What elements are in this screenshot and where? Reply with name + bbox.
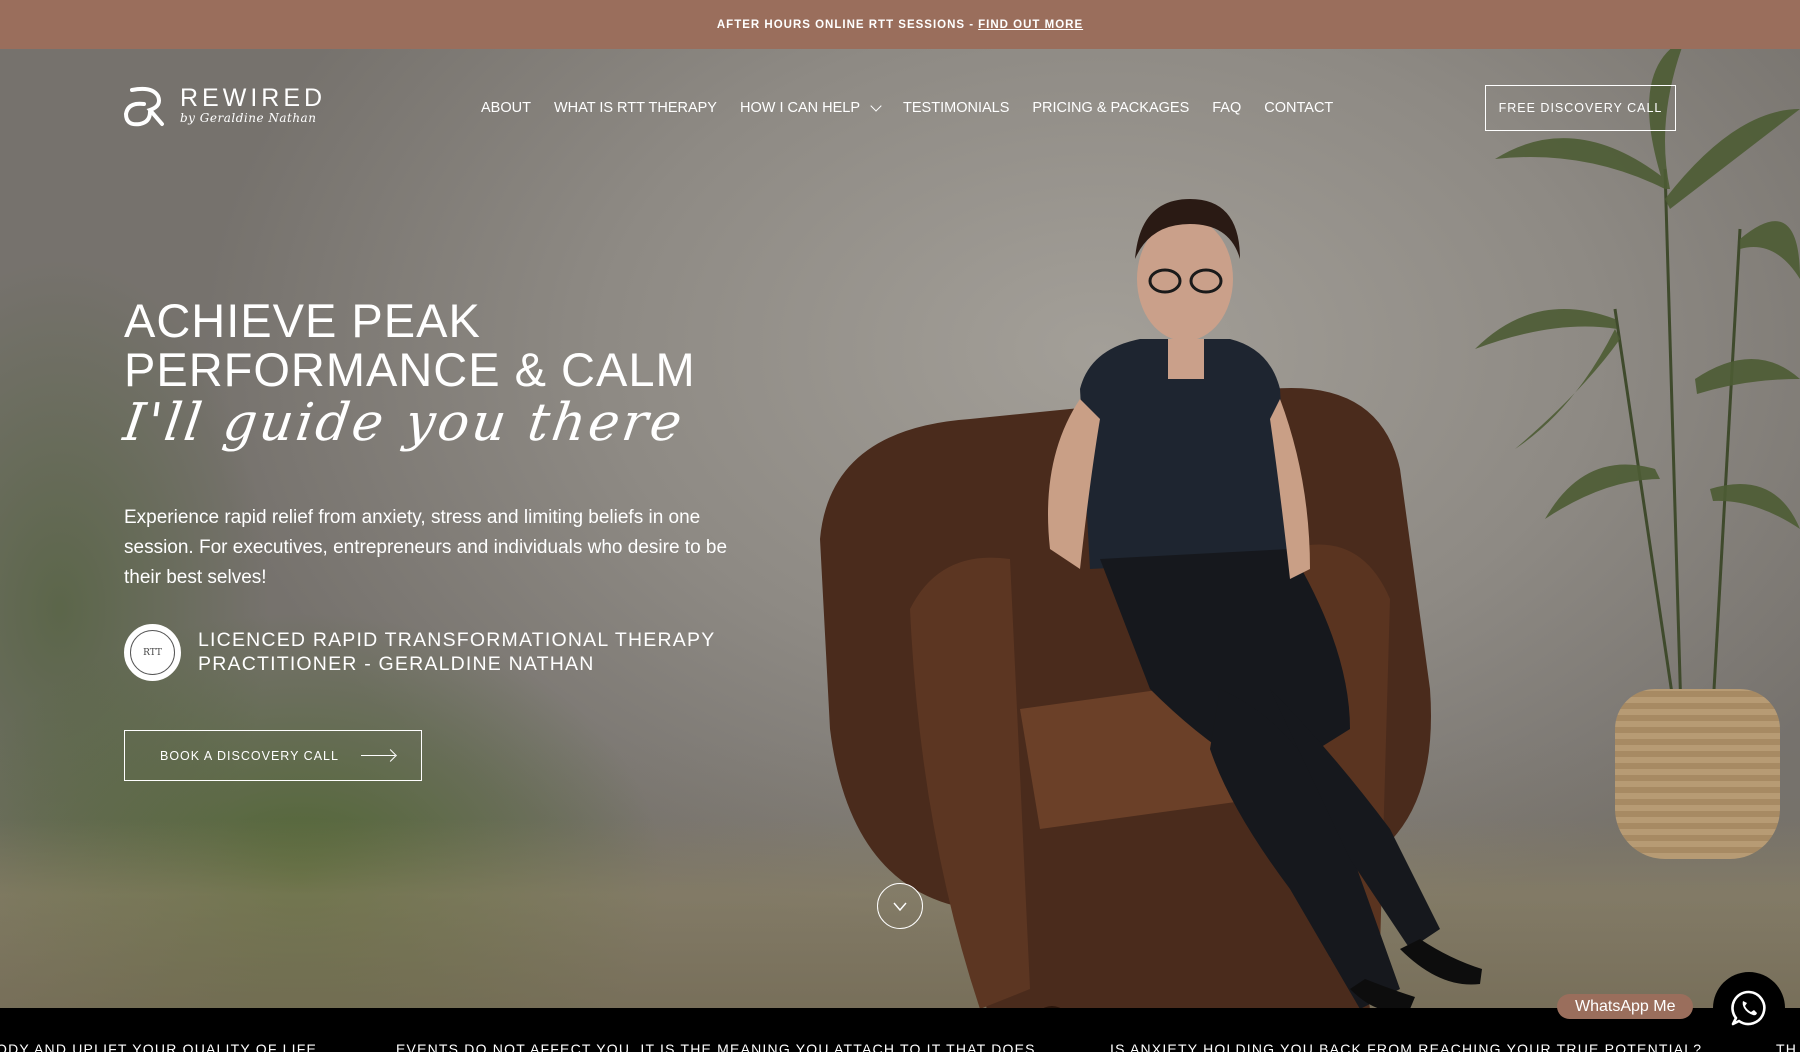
rewired-logo-icon bbox=[123, 86, 164, 127]
nav-item-how-i-can-help[interactable]: HOW I CAN HELP bbox=[739, 99, 882, 116]
marquee-item: ODY AND UPLIFT YOUR QUALITY OF LIFE bbox=[0, 1041, 318, 1052]
nav-item-contact[interactable]: CONTACT bbox=[1264, 100, 1333, 116]
hero-heading: ACHIEVE PEAK PERFORMANCE & CALM bbox=[124, 296, 696, 394]
arrow-right-icon bbox=[360, 754, 395, 757]
marquee-item: IS ANXIETY HOLDING YOU BACK FROM REACHIN… bbox=[1110, 1041, 1703, 1052]
chevron-down-icon bbox=[893, 902, 907, 912]
logo-brand: REWIRED bbox=[180, 84, 327, 112]
site-logo[interactable]: REWIRED by Geraldine Nathan bbox=[122, 84, 322, 132]
plant-basket bbox=[1615, 689, 1780, 859]
rtt-badge: RTT bbox=[124, 624, 181, 681]
main-nav: ABOUT WHAT IS RTT THERAPY HOW I CAN HELP… bbox=[481, 97, 1333, 119]
nav-item-label: HOW I CAN HELP bbox=[739, 100, 861, 116]
nav-item-testimonials[interactable]: TESTIMONIALS bbox=[903, 100, 1009, 116]
hero-photo-person bbox=[820, 199, 1482, 1008]
credential-line2: PRACTITIONER - GERALDINE NATHAN bbox=[198, 653, 595, 675]
free-discovery-call-button[interactable]: FREE DISCOVERY CALL bbox=[1485, 85, 1676, 131]
logo-tagline: by Geraldine Nathan bbox=[180, 111, 317, 125]
nav-item-pricing[interactable]: PRICING & PACKAGES bbox=[1032, 100, 1189, 116]
nav-item-what-is-rtt[interactable]: WHAT IS RTT THERAPY bbox=[554, 100, 717, 116]
hero-script-subheading: I'll guide you there bbox=[119, 393, 689, 453]
hero-description: Experience rapid relief from anxiety, st… bbox=[124, 507, 728, 588]
hero-heading-line1: ACHIEVE PEAK bbox=[124, 294, 481, 347]
nav-item-about[interactable]: ABOUT bbox=[481, 100, 531, 116]
nav-item-faq[interactable]: FAQ bbox=[1212, 100, 1241, 116]
announcement-bar: AFTER HOURS ONLINE RTT SESSIONS - FIND O… bbox=[0, 0, 1800, 49]
practitioner-credential: LICENCED RAPID TRANSFORMATIONAL THERAPY … bbox=[198, 628, 715, 676]
rtt-badge-icon: RTT bbox=[130, 630, 175, 675]
credential-line1: LICENCED RAPID TRANSFORMATIONAL THERAPY bbox=[198, 629, 716, 651]
whatsapp-button[interactable] bbox=[1713, 972, 1785, 1044]
announcement-link[interactable]: FIND OUT MORE bbox=[978, 19, 1083, 31]
marquee-strip: ODY AND UPLIFT YOUR QUALITY OF LIFE EVEN… bbox=[0, 1008, 1800, 1052]
book-discovery-call-label: BOOK A DISCOVERY CALL bbox=[160, 748, 339, 763]
marquee-item: TH bbox=[1776, 1041, 1798, 1052]
book-discovery-call-button[interactable]: BOOK A DISCOVERY CALL bbox=[124, 730, 422, 781]
hero-heading-line2: PERFORMANCE & CALM bbox=[124, 343, 696, 396]
whatsapp-icon bbox=[1731, 990, 1766, 1026]
chevron-down-icon bbox=[870, 99, 882, 112]
whatsapp-label[interactable]: WhatsApp Me bbox=[1557, 994, 1694, 1019]
scroll-down-button[interactable] bbox=[877, 883, 923, 929]
announcement-text: AFTER HOURS ONLINE RTT SESSIONS - bbox=[716, 18, 975, 31]
marquee-item: EVENTS DO NOT AFFECT YOU, IT IS THE MEAN… bbox=[396, 1041, 1036, 1052]
